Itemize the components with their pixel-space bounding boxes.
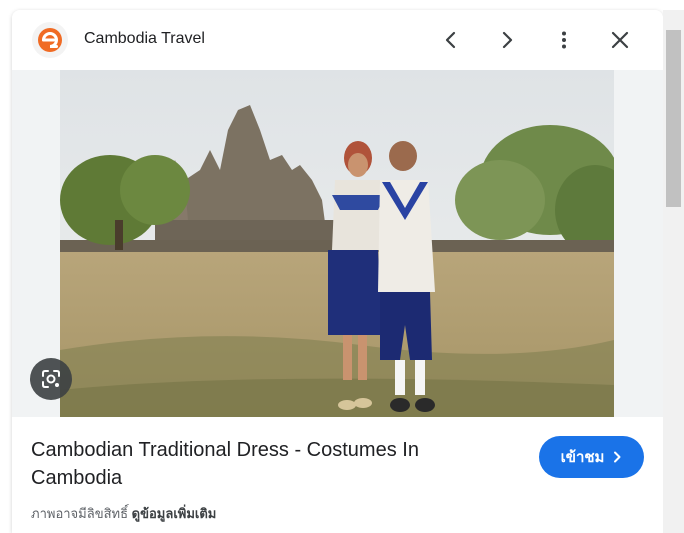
copyright-notice: ภาพอาจมีลิขสิทธิ์ ดูข้อมูลเพิ่มเติม [31,503,216,524]
more-vert-icon [562,31,566,49]
scrollbar[interactable] [663,10,684,533]
site-logo[interactable] [32,22,68,58]
close-icon [611,31,629,49]
close-button[interactable] [604,24,636,56]
previous-button[interactable] [435,24,467,56]
scrollbar-thumb[interactable] [666,30,681,207]
google-lens-icon [42,370,60,388]
chevron-right-icon [502,31,513,49]
more-options-button[interactable] [548,24,580,56]
orange-e-logo-icon [38,28,62,52]
preview-header: Cambodia Travel [12,10,663,70]
chevron-left-icon [445,31,456,49]
image-area [12,70,663,417]
result-title[interactable]: Cambodian Traditional Dress - Costumes I… [31,436,481,492]
visit-button-label: เข้าชม [560,449,605,466]
more-info-link[interactable]: ดูข้อมูลเพิ่มเติม [132,506,217,521]
chevron-right-icon [614,451,621,463]
site-name[interactable]: Cambodia Travel [84,30,205,48]
visit-button[interactable]: เข้าชม [539,436,644,478]
preview-image[interactable] [60,70,614,417]
next-button[interactable] [491,24,523,56]
image-preview-panel: Cambodia Travel Cambodian Traditional Dr… [12,10,663,533]
lens-search-button[interactable] [30,358,72,400]
copyright-text: ภาพอาจมีลิขสิทธิ์ [31,506,129,521]
